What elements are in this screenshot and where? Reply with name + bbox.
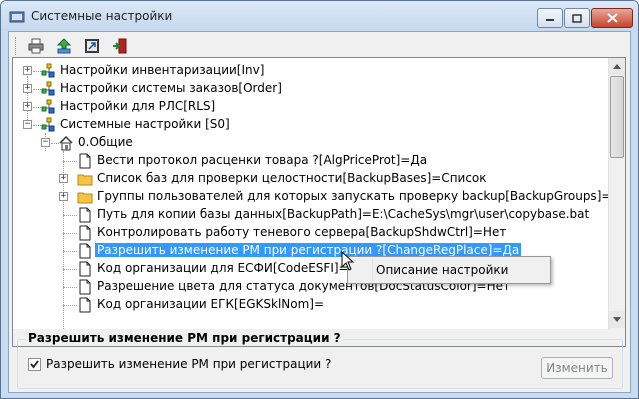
group-title: Разрешить изменение РМ при регистрации ? xyxy=(26,331,343,345)
close-button[interactable] xyxy=(591,8,633,28)
toolbar-grip[interactable] xyxy=(15,37,18,55)
export-icon xyxy=(85,39,99,53)
app-icon xyxy=(9,11,25,23)
toolbar xyxy=(15,34,136,58)
tree-item-label: Список баз для проверки целостности[Back… xyxy=(97,171,487,185)
menu-gutter xyxy=(372,259,373,281)
vertical-scrollbar[interactable] xyxy=(608,58,625,346)
setting-checkbox[interactable] xyxy=(28,358,41,371)
tree-guide-line xyxy=(63,251,77,252)
upload-button[interactable] xyxy=(52,35,76,57)
maximize-button[interactable] xyxy=(564,8,590,28)
plugin-node-icon xyxy=(41,99,55,114)
window-title: Системные настройки xyxy=(31,9,173,23)
tree-item-label: Путь для копии базы данных[BackupPath]=E… xyxy=(97,207,590,221)
collapse-icon[interactable]: − xyxy=(23,120,32,129)
tree-item-label: Системные настройки [S0] xyxy=(60,117,230,131)
tree-guide-line xyxy=(63,287,77,288)
tree-item[interactable]: + Настройки для РЛС[RLS] xyxy=(13,98,603,116)
tree-guide-line xyxy=(63,161,77,162)
expand-icon[interactable]: + xyxy=(23,102,32,111)
document-icon xyxy=(79,279,91,295)
document-icon xyxy=(79,207,91,223)
tree-item[interactable]: Вести протокол расценки товара ?[AlgPric… xyxy=(13,152,603,170)
scroll-thumb[interactable] xyxy=(610,76,624,158)
tree-item[interactable]: + Список баз для проверки целостности[Ba… xyxy=(13,170,603,188)
expand-icon[interactable]: + xyxy=(23,66,32,75)
plugin-node-icon xyxy=(41,117,55,132)
settings-tree[interactable]: + Настройки инвентаризации[Inv] + Настро… xyxy=(12,57,626,347)
print-button[interactable] xyxy=(24,35,48,57)
tree-item[interactable]: − 0.Общие xyxy=(13,134,603,152)
export-button[interactable] xyxy=(80,35,104,57)
chevron-down-icon xyxy=(613,317,621,322)
tree-item[interactable]: + Настройки системы заказов[Order] xyxy=(13,80,603,98)
title-bar[interactable]: Системные настройки xyxy=(1,1,638,31)
tree-item-label: Контролировать работу теневого сервера[B… xyxy=(97,225,507,239)
maximize-icon xyxy=(572,13,582,23)
folder-icon xyxy=(77,192,93,204)
scroll-up-button[interactable] xyxy=(609,58,625,75)
tree-item[interactable]: Контролировать работу теневого сервера[B… xyxy=(13,224,603,242)
tree-item-label: Код организации ЕГК[EGKSklNom]= xyxy=(97,297,325,311)
expand-icon[interactable]: + xyxy=(59,192,68,201)
tree-item-label: 0.Общие xyxy=(78,135,133,149)
tree-guide-line xyxy=(63,215,77,216)
tree-guide-line xyxy=(63,269,77,270)
close-icon xyxy=(606,13,618,23)
document-icon xyxy=(79,153,91,169)
settings-window: Системные настройки + Настройки инвентар… xyxy=(0,0,639,399)
document-icon xyxy=(79,261,91,277)
tree-item-label: Настройки для РЛС[RLS] xyxy=(60,99,216,113)
minimize-button[interactable] xyxy=(537,8,563,28)
tree-guide-line xyxy=(63,233,77,234)
scroll-down-button[interactable] xyxy=(609,311,625,328)
document-icon xyxy=(79,225,91,241)
exit-icon xyxy=(113,38,127,54)
checkbox-label[interactable]: Разрешить изменение РМ при регистрации ? xyxy=(46,357,331,371)
mouse-cursor-icon xyxy=(341,251,355,271)
document-icon xyxy=(79,243,91,259)
tree-item[interactable]: + Группы пользователей для которых запус… xyxy=(13,188,625,206)
expand-icon[interactable]: + xyxy=(59,174,68,183)
tree-item[interactable]: + Настройки инвентаризации[Inv] xyxy=(13,62,603,80)
minimize-icon xyxy=(546,19,554,21)
change-button[interactable]: Изменить xyxy=(541,357,613,379)
menu-item-setting-description[interactable]: Описание настройки xyxy=(376,263,508,277)
tree-item[interactable]: Путь для копии базы данных[BackupPath]=E… xyxy=(13,206,603,224)
tree-item[interactable]: Код организации ЕГК[EGKSklNom]= xyxy=(13,296,603,314)
tree-item-label: Настройки инвентаризации[Inv] xyxy=(60,63,265,77)
home-icon xyxy=(59,135,73,151)
collapse-icon[interactable]: − xyxy=(41,138,50,147)
tree-item-label: Разрешить изменение РМ при регистрации ?… xyxy=(95,243,522,257)
client-area: + Настройки инвентаризации[Inv] + Настро… xyxy=(8,31,631,393)
tree-item-label: Группы пользователей для которых запуска… xyxy=(97,189,626,203)
chevron-up-icon xyxy=(613,64,621,69)
expand-icon[interactable]: + xyxy=(23,84,32,93)
tree-item-label: Код организации для ЕСФИ[CodeESFI]= xyxy=(97,261,349,275)
tree-item-label: Вести протокол расценки товара ?[AlgPric… xyxy=(97,153,428,167)
tree-item-label: Настройки системы заказов[Order] xyxy=(60,81,282,95)
exit-button[interactable] xyxy=(108,35,132,57)
setting-editor-group: Разрешить изменение РМ при регистрации ?… xyxy=(17,331,623,389)
document-icon xyxy=(79,297,91,313)
context-menu: Описание настройки xyxy=(347,256,551,284)
checkmark-icon xyxy=(30,360,39,369)
folder-icon xyxy=(77,174,93,186)
tree-item[interactable]: − Системные настройки [S0] xyxy=(13,116,603,134)
plugin-node-icon xyxy=(41,63,55,78)
printer-icon xyxy=(28,38,44,54)
plugin-node-icon xyxy=(41,81,55,96)
tree-guide-line xyxy=(63,305,77,306)
upload-icon xyxy=(56,38,72,54)
